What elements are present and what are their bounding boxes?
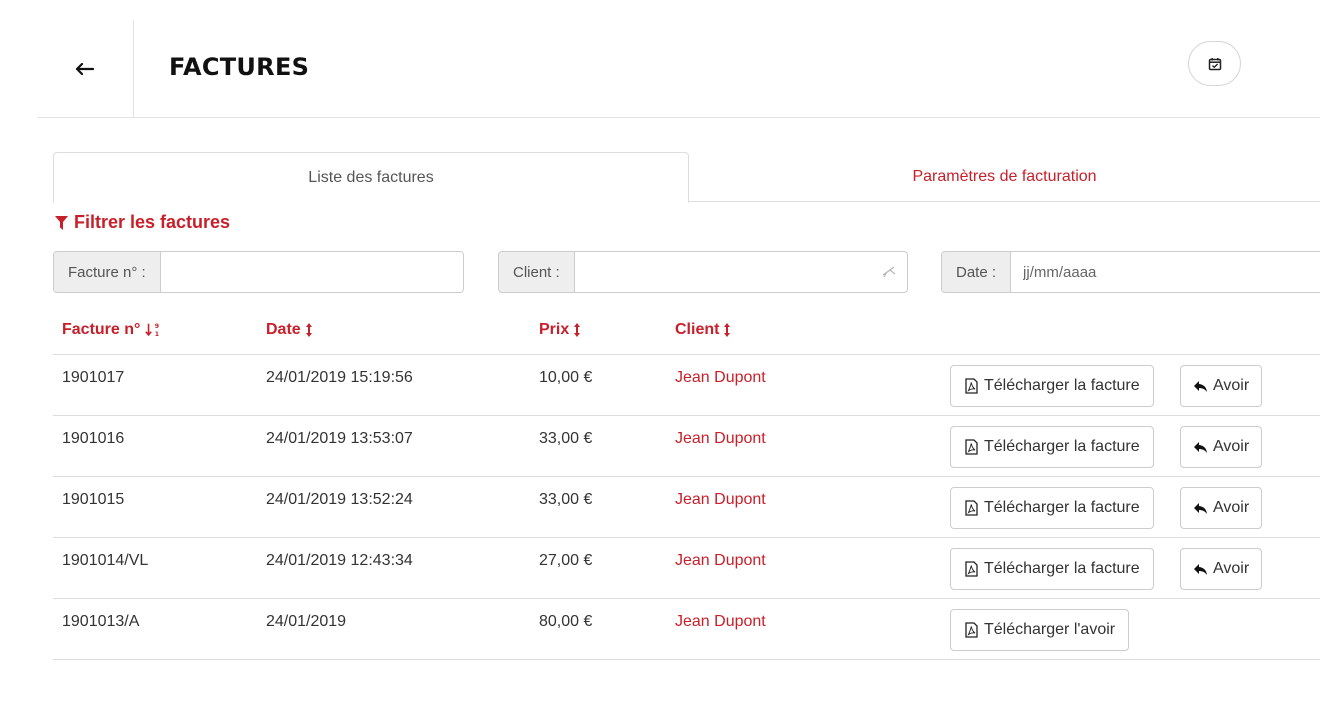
sort-numeric-desc-icon: 9 1 [145, 323, 160, 338]
facture-date: 24/01/2019 13:53:07 [266, 430, 413, 447]
arrow-left-icon [76, 63, 94, 75]
facture-date: 24/01/2019 [266, 613, 347, 630]
download-invoice-button[interactable]: Télécharger la facture [950, 487, 1154, 529]
calendar-button[interactable] [1188, 41, 1241, 86]
facture-prix: 33,00 € [539, 491, 593, 508]
tab-divider [636, 201, 1320, 202]
file-pdf-icon [965, 622, 978, 638]
filter-title: Filtrer les factures [55, 212, 230, 233]
date-filter-label: Date : [942, 252, 1012, 292]
client-link[interactable]: Jean Dupont [675, 552, 766, 570]
filter-icon [55, 215, 68, 230]
sort-icon [724, 323, 731, 337]
facture-filter-group: Facture n° : [53, 251, 464, 293]
file-pdf-icon [965, 378, 978, 394]
avoir-label: Avoir [1213, 560, 1250, 577]
avoir-label: Avoir [1213, 499, 1250, 516]
avoir-button[interactable]: Avoir [1180, 487, 1263, 529]
column-header-label: Facture n° [62, 321, 141, 338]
sort-icon [305, 323, 312, 337]
calendar-check-icon [1208, 57, 1221, 70]
table-row: 1901014/VL 24/01/2019 12:43:34 27,00 € J… [53, 538, 1320, 599]
facture-prix: 10,00 € [539, 369, 593, 386]
svg-text:9: 9 [155, 323, 159, 330]
sort-icon [574, 323, 581, 337]
avoir-label: Avoir [1213, 377, 1250, 394]
facture-number: 1901013/A [62, 613, 140, 630]
svg-text:1: 1 [155, 331, 159, 338]
table-row: 1901017 24/01/2019 15:19:56 10,00 € Jean… [53, 355, 1320, 416]
facture-prix: 80,00 € [539, 613, 593, 630]
facture-prix: 27,00 € [539, 552, 593, 569]
column-header-client[interactable]: Client [675, 321, 731, 339]
facture-number: 1901016 [62, 430, 125, 447]
eraser-icon[interactable] [881, 252, 907, 292]
download-avoir-button[interactable]: Télécharger l'avoir [950, 609, 1130, 651]
facture-number: 1901014/VL [62, 552, 149, 569]
file-pdf-icon [965, 561, 978, 577]
download-label: Télécharger la facture [984, 438, 1140, 455]
column-header-label: Client [675, 321, 720, 338]
file-pdf-icon [965, 439, 978, 455]
download-invoice-button[interactable]: Télécharger la facture [950, 365, 1154, 407]
download-label: Télécharger la facture [984, 499, 1140, 516]
client-link[interactable]: Jean Dupont [675, 369, 766, 387]
facture-date: 24/01/2019 13:52:24 [266, 491, 413, 508]
reply-icon [1194, 564, 1207, 575]
column-header-label: Prix [539, 321, 570, 338]
download-invoice-button[interactable]: Télécharger la facture [950, 548, 1154, 590]
client-link[interactable]: Jean Dupont [675, 491, 766, 509]
invoices-table: Facture n° 9 1 Date Prix Client 1901017 … [53, 311, 1320, 660]
avoir-button[interactable]: Avoir [1180, 426, 1263, 468]
client-filter-label: Client : [499, 252, 575, 292]
reply-icon [1194, 381, 1207, 392]
avoir-label: Avoir [1213, 438, 1250, 455]
download-label: Télécharger l'avoir [984, 621, 1116, 638]
date-filter-group: Date : [941, 251, 1320, 293]
column-header-prix[interactable]: Prix [539, 321, 581, 339]
tab-liste-factures[interactable]: Liste des factures [53, 152, 689, 203]
facture-number: 1901015 [62, 491, 125, 508]
table-row: 1901015 24/01/2019 13:52:24 33,00 € Jean… [53, 477, 1320, 538]
avoir-button[interactable]: Avoir [1180, 365, 1263, 407]
avoir-button[interactable]: Avoir [1180, 548, 1263, 590]
filter-title-label: Filtrer les factures [74, 212, 231, 232]
table-row: 1901013/A 24/01/2019 80,00 € Jean Dupont… [53, 599, 1320, 660]
facture-filter-label: Facture n° : [54, 252, 161, 292]
client-filter-input[interactable] [574, 252, 881, 292]
download-label: Télécharger la facture [984, 377, 1140, 394]
facture-filter-input[interactable] [160, 252, 463, 292]
tab-parametres-facturation[interactable]: Paramètres de facturation [689, 152, 1320, 202]
facture-prix: 33,00 € [539, 430, 593, 447]
page-header: FACTURES [37, 20, 1320, 118]
client-link[interactable]: Jean Dupont [675, 430, 766, 448]
client-link[interactable]: Jean Dupont [675, 613, 766, 631]
column-header-facture[interactable]: Facture n° 9 1 [62, 321, 162, 339]
facture-number: 1901017 [62, 369, 125, 386]
facture-date: 24/01/2019 12:43:34 [266, 552, 413, 569]
page-title: FACTURES [169, 53, 310, 81]
back-button[interactable] [37, 20, 134, 118]
download-invoice-button[interactable]: Télécharger la facture [950, 426, 1154, 468]
facture-date: 24/01/2019 15:19:56 [266, 369, 413, 386]
tab-bar: Liste des factures Paramètres de factura… [53, 152, 1320, 203]
column-header-date[interactable]: Date [266, 321, 313, 339]
reply-icon [1194, 442, 1207, 453]
column-header-label: Date [266, 321, 301, 338]
reply-icon [1194, 503, 1207, 514]
table-header: Facture n° 9 1 Date Prix Client [53, 311, 1320, 355]
file-pdf-icon [965, 500, 978, 516]
date-filter-input[interactable] [1011, 252, 1320, 292]
download-label: Télécharger la facture [984, 560, 1140, 577]
client-filter-group: Client : [498, 251, 908, 293]
table-row: 1901016 24/01/2019 13:53:07 33,00 € Jean… [53, 416, 1320, 477]
